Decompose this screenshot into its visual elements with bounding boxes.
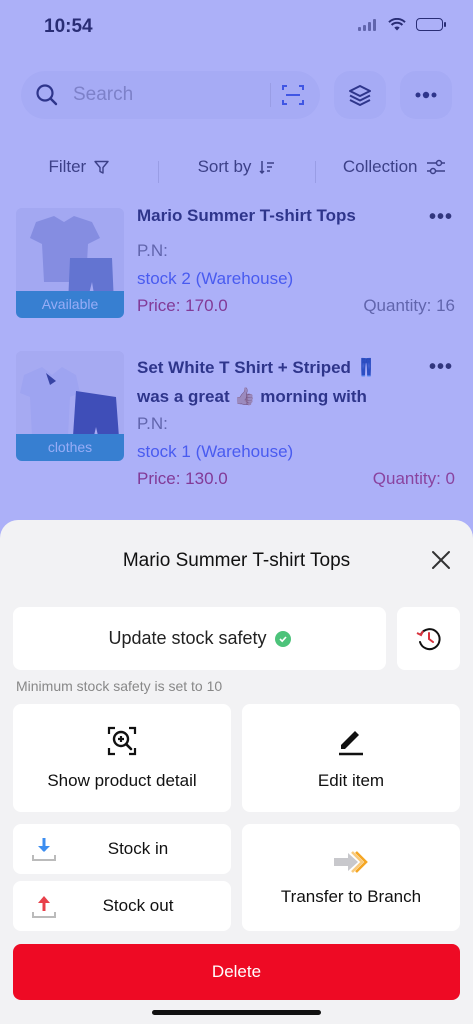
history-button[interactable] xyxy=(397,607,460,670)
edit-item-button[interactable]: Edit item xyxy=(242,704,460,812)
transfer-label: Transfer to Branch xyxy=(280,886,422,906)
home-indicator xyxy=(152,1010,321,1015)
stock-out-label: Stock out xyxy=(102,896,174,915)
stock-out-button[interactable]: Stock out xyxy=(13,881,231,931)
stock-in-arrow-icon xyxy=(32,838,56,861)
edit-item-label: Edit item xyxy=(317,771,385,790)
min-safety-note: Minimum stock safety is set to 10 xyxy=(16,678,223,694)
pencil-icon xyxy=(339,731,363,756)
stock-in-label: Stock in xyxy=(107,839,169,858)
show-detail-label: Show product detail xyxy=(47,771,197,790)
history-clock-icon xyxy=(416,627,441,650)
show-product-detail-button[interactable]: Show product detail xyxy=(13,704,231,812)
update-stock-safety-button[interactable]: Update stock safety xyxy=(13,607,386,670)
action-sheet: Mario Summer T-shirt Tops Update stock s… xyxy=(0,520,473,1024)
update-safety-label: Update stock safety xyxy=(108,628,267,648)
stock-in-button[interactable]: Stock in xyxy=(13,824,231,874)
check-circle-icon xyxy=(274,630,291,647)
delete-button[interactable]: Delete xyxy=(13,944,460,1000)
sheet-title: Mario Summer T-shirt Tops xyxy=(122,550,351,571)
transfer-to-branch-button[interactable]: Transfer to Branch xyxy=(242,824,460,931)
close-icon[interactable] xyxy=(429,548,453,572)
transfer-arrow-icon xyxy=(334,850,368,873)
zoom-detail-icon xyxy=(107,726,137,756)
stock-out-arrow-icon xyxy=(32,896,56,918)
